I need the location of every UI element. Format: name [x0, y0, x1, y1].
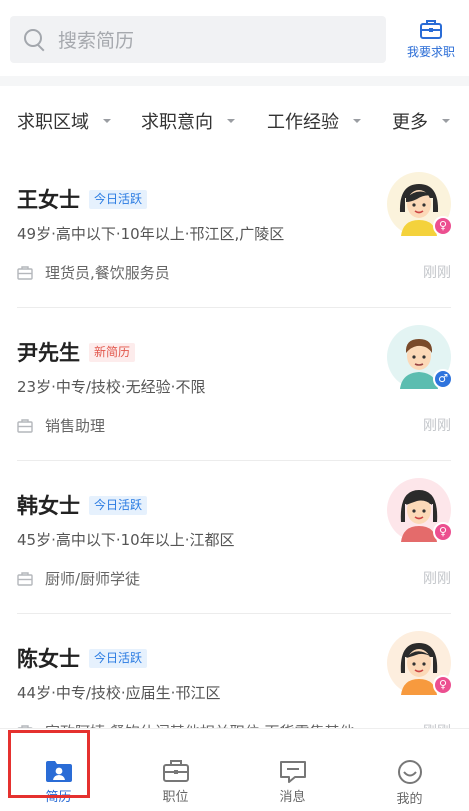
job-seek-label: 我要求职: [406, 45, 455, 59]
tab-messages[interactable]: 消息: [234, 729, 351, 811]
female-gender-icon: ♀: [433, 675, 453, 695]
briefcase-icon: [17, 571, 33, 586]
briefcase-icon: [162, 760, 189, 782]
male-gender-icon: ♂: [433, 369, 453, 389]
candidate-name: 王女士: [17, 188, 80, 212]
top-header: 搜索简历 我要求职: [0, 0, 469, 76]
name-row: 王女士 今日活跃: [17, 184, 148, 214]
candidate-info: 45岁·高中以下·10年以上·江都区: [17, 531, 235, 549]
filter-label: 求职意向: [141, 112, 213, 133]
female-gender-icon: ♀: [433, 522, 453, 542]
briefcase-icon: [17, 418, 33, 433]
resume-card[interactable]: 韩女士 今日活跃 45岁·高中以下·10年以上·江都区 厨师/厨师学徒 刚刚 ♀: [17, 462, 453, 614]
resume-card[interactable]: 王女士 今日活跃 49岁·高中以下·10年以上·邗江区,广陵区 理货员,餐饮服务…: [17, 156, 453, 308]
filter-intention[interactable]: 求职意向: [141, 86, 235, 156]
tab-label: 我的: [396, 792, 423, 807]
filter-bar: 求职区域 求职意向 工作经验 更多: [0, 86, 469, 156]
filter-region[interactable]: 求职区域: [17, 86, 111, 156]
filter-more[interactable]: 更多: [392, 86, 450, 156]
candidate-info: 49岁·高中以下·10年以上·邗江区,广陵区: [17, 225, 285, 243]
tab-resume[interactable]: 简历: [0, 729, 117, 811]
section-divider: [0, 76, 469, 86]
caret-down-icon: [103, 119, 111, 123]
tab-label: 简历: [45, 790, 72, 805]
job-intention: 厨师/厨师学徒: [17, 568, 407, 589]
name-row: 韩女士 今日活跃: [17, 490, 148, 520]
candidate-name: 韩女士: [17, 494, 80, 518]
briefcase-icon: [420, 20, 442, 39]
update-time: 刚刚: [423, 571, 451, 587]
status-badge: 今日活跃: [89, 648, 148, 668]
tab-mine[interactable]: 我的: [351, 729, 468, 811]
job-intention: 理货员,餐饮服务员: [17, 262, 407, 283]
job-text: 销售助理: [45, 417, 106, 435]
resume-icon: [45, 761, 72, 782]
candidate-info: 23岁·中专/技校·无经验·不限: [17, 378, 206, 396]
bottom-tab-bar: 简历 职位 消息 我的: [0, 728, 469, 811]
tab-label: 职位: [162, 790, 189, 805]
status-badge: 今日活跃: [89, 189, 148, 209]
filter-label: 工作经验: [267, 112, 339, 133]
caret-down-icon: [442, 119, 450, 123]
job-text: 理货员,餐饮服务员: [45, 264, 170, 282]
search-bar[interactable]: 搜索简历: [10, 16, 386, 63]
candidate-name: 陈女士: [17, 647, 80, 671]
candidate-name: 尹先生: [17, 341, 80, 365]
profile-icon: [397, 760, 422, 784]
avatar: ♀: [387, 478, 453, 542]
filter-experience[interactable]: 工作经验: [267, 86, 361, 156]
update-time: 刚刚: [423, 265, 451, 281]
status-badge: 新简历: [89, 342, 136, 362]
female-gender-icon: ♀: [433, 216, 453, 236]
search-placeholder: 搜索简历: [58, 30, 135, 52]
avatar: ♀: [387, 631, 453, 695]
avatar: ♀: [387, 172, 453, 236]
message-icon: [279, 761, 306, 783]
filter-label: 更多: [392, 112, 428, 133]
resume-card[interactable]: 尹先生 新简历 23岁·中专/技校·无经验·不限 销售助理 刚刚 ♂: [17, 309, 453, 461]
caret-down-icon: [353, 119, 361, 123]
job-text: 厨师/厨师学徒: [45, 570, 141, 588]
job-seek-button[interactable]: 我要求职: [398, 16, 464, 64]
briefcase-icon: [17, 265, 33, 280]
tab-label: 消息: [279, 790, 306, 805]
status-badge: 今日活跃: [89, 495, 148, 515]
name-row: 陈女士 今日活跃: [17, 643, 148, 673]
name-row: 尹先生 新简历: [17, 337, 136, 367]
job-intention: 销售助理: [17, 415, 407, 436]
update-time: 刚刚: [423, 418, 451, 434]
candidate-info: 44岁·中专/技校·应届生·邗江区: [17, 684, 221, 702]
caret-down-icon: [227, 119, 235, 123]
tab-jobs[interactable]: 职位: [117, 729, 234, 811]
avatar: ♂: [387, 325, 453, 389]
filter-label: 求职区域: [17, 112, 89, 133]
search-icon: [24, 28, 46, 51]
